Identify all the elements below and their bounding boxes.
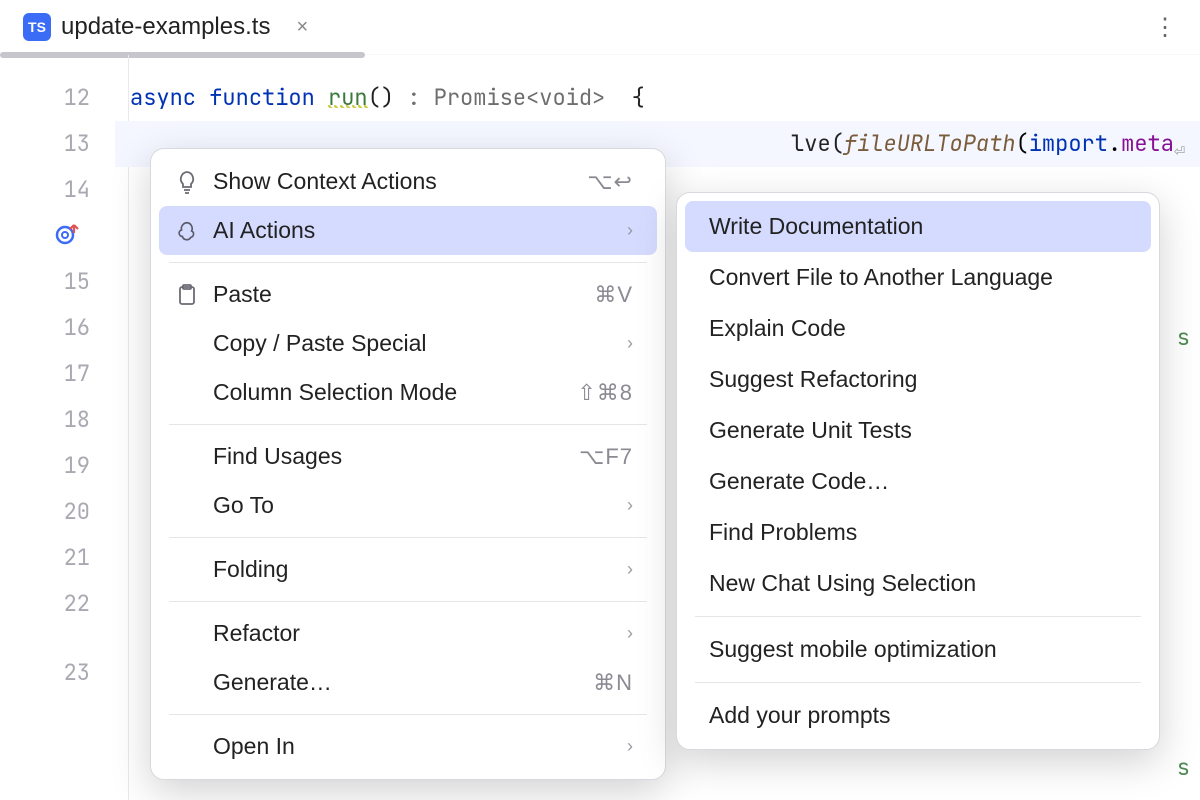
chevron-right-icon: › [627, 559, 633, 580]
line-number: 20 [0, 489, 90, 535]
submenu-item-convert-file[interactable]: Convert File to Another Language [685, 252, 1151, 303]
tab-filename: update-examples.ts [61, 13, 270, 41]
line-number: 14 [0, 167, 90, 259]
line-number: 16 [0, 305, 90, 351]
submenu-item-generate-unit-tests[interactable]: Generate Unit Tests [685, 405, 1151, 456]
line-number: 22 [0, 581, 90, 627]
menu-item-copy-paste-special[interactable]: Copy / Paste Special › [159, 319, 657, 368]
menu-item-go-to[interactable]: Go To › [159, 481, 657, 530]
line-number: 12 [0, 75, 90, 121]
menu-separator [169, 424, 647, 425]
menu-item-ai-actions[interactable]: AI Actions › [159, 206, 657, 255]
menu-separator [169, 714, 647, 715]
submenu-item-suggest-mobile[interactable]: Suggest mobile optimization [685, 624, 1151, 675]
line-number: 15 [0, 259, 90, 305]
bulb-icon [175, 170, 199, 194]
line-number: 17 [0, 351, 90, 397]
more-options-icon[interactable]: ⋮ [1145, 9, 1185, 46]
menu-item-find-usages[interactable]: Find Usages ⌥F7 [159, 432, 657, 481]
clipboard-icon [175, 284, 199, 306]
menu-item-show-context-actions[interactable]: Show Context Actions ⌥↩ [159, 157, 657, 206]
menu-separator [695, 682, 1141, 683]
typescript-file-icon: TS [23, 13, 51, 41]
menu-item-folding[interactable]: Folding › [159, 545, 657, 594]
submenu-item-explain-code[interactable]: Explain Code [685, 303, 1151, 354]
menu-separator [169, 537, 647, 538]
line-number: 18 [0, 397, 90, 443]
code-line-12: async function run() : Promise<void> { [130, 75, 1200, 121]
line-number: 21 [0, 535, 90, 581]
line-number: 19 [0, 443, 90, 489]
submenu-item-write-documentation[interactable]: Write Documentation [685, 201, 1151, 252]
submenu-item-suggest-refactoring[interactable]: Suggest Refactoring [685, 354, 1151, 405]
close-tab-icon[interactable]: × [290, 14, 314, 41]
run-gutter-icon[interactable] [54, 217, 80, 263]
submenu-item-add-prompts[interactable]: Add your prompts [685, 690, 1151, 741]
menu-separator [169, 601, 647, 602]
chevron-right-icon: › [627, 220, 633, 241]
ai-icon [175, 220, 199, 242]
ai-actions-submenu: Write Documentation Convert File to Anot… [676, 192, 1160, 750]
context-menu: Show Context Actions ⌥↩ AI Actions › Pas… [150, 148, 666, 780]
code-fragment: s [1177, 753, 1190, 782]
code-fragment: s [1177, 323, 1190, 352]
chevron-right-icon: › [627, 495, 633, 516]
line-gutter: 12 13 14 15 16 17 18 19 20 21 22 23 [0, 55, 115, 800]
menu-item-generate[interactable]: Generate… ⌘N [159, 658, 657, 707]
submenu-item-generate-code[interactable]: Generate Code… [685, 456, 1151, 507]
submenu-item-new-chat[interactable]: New Chat Using Selection [685, 558, 1151, 609]
chevron-right-icon: › [627, 333, 633, 354]
menu-item-refactor[interactable]: Refactor › [159, 609, 657, 658]
line-number: 13 [0, 121, 90, 167]
submenu-item-find-problems[interactable]: Find Problems [685, 507, 1151, 558]
chevron-right-icon: › [627, 623, 633, 644]
menu-item-column-selection[interactable]: Column Selection Mode ⇧⌘8 [159, 368, 657, 417]
editor-tab[interactable]: TS update-examples.ts × [15, 7, 322, 47]
tab-bar: TS update-examples.ts × ⋮ [0, 0, 1200, 55]
chevron-right-icon: › [627, 736, 633, 757]
menu-separator [695, 616, 1141, 617]
menu-item-open-in[interactable]: Open In › [159, 722, 657, 771]
menu-item-paste[interactable]: Paste ⌘V [159, 270, 657, 319]
menu-separator [169, 262, 647, 263]
line-number: 23 [0, 627, 90, 699]
